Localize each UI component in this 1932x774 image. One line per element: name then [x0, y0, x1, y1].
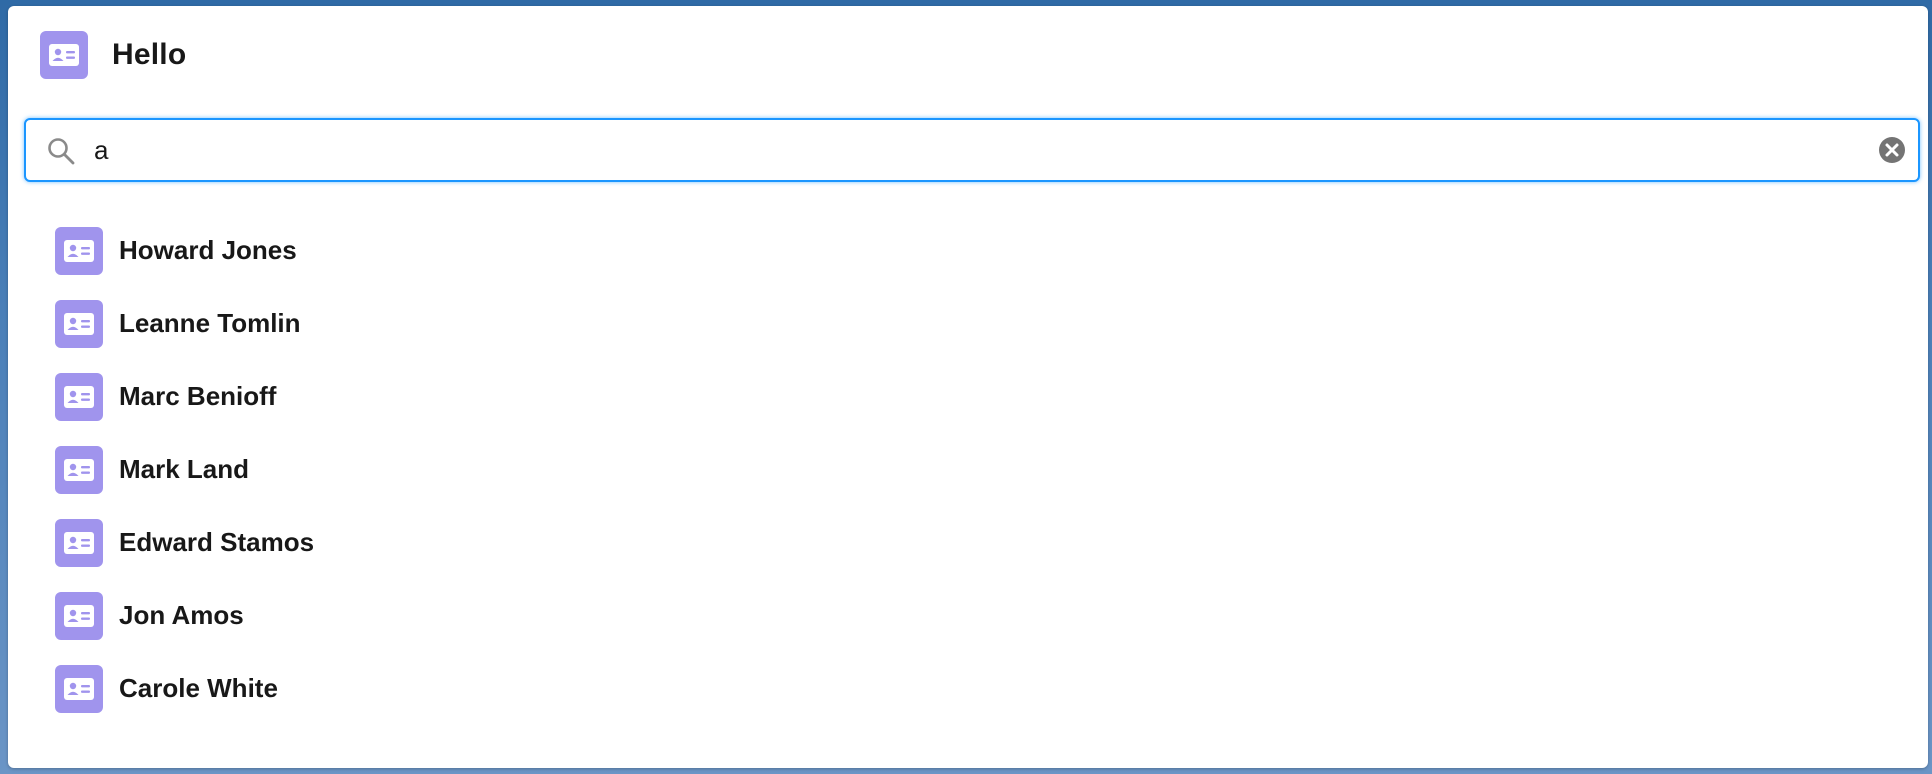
contact-card-icon: [55, 226, 103, 275]
search-input[interactable]: [94, 130, 1854, 170]
list-item[interactable]: Mark Land: [55, 433, 314, 506]
clear-icon[interactable]: [1878, 136, 1906, 164]
lookup-panel: Hello Howard Jones Leanne Tomlin: [8, 6, 1928, 768]
contact-card-icon: [55, 591, 103, 640]
results-list: Howard Jones Leanne Tomlin Marc Benioff …: [55, 214, 314, 725]
result-name: Jon Amos: [119, 600, 244, 630]
list-item[interactable]: Leanne Tomlin: [55, 287, 314, 360]
result-name: Howard Jones: [119, 235, 297, 265]
contact-card-icon: [55, 299, 103, 348]
result-name: Edward Stamos: [119, 527, 315, 557]
panel-header: Hello: [40, 31, 186, 79]
search-box[interactable]: [24, 118, 1920, 182]
page-title: Hello: [112, 38, 187, 71]
result-name: Mark Land: [119, 454, 250, 484]
search-icon: [48, 138, 75, 165]
list-item[interactable]: Carole White: [55, 652, 314, 725]
list-item[interactable]: Edward Stamos: [55, 506, 314, 579]
list-item[interactable]: Marc Benioff: [55, 360, 314, 433]
result-name: Carole White: [119, 673, 278, 703]
contact-card-icon: [55, 518, 103, 567]
contact-card-icon: [55, 445, 103, 494]
result-name: Leanne Tomlin: [119, 308, 301, 338]
contact-card-icon: [55, 664, 103, 713]
contact-card-icon: [40, 31, 88, 79]
result-name: Marc Benioff: [119, 381, 277, 411]
list-item[interactable]: Howard Jones: [55, 214, 314, 287]
list-item[interactable]: Jon Amos: [55, 579, 314, 652]
contact-card-icon: [55, 372, 103, 421]
